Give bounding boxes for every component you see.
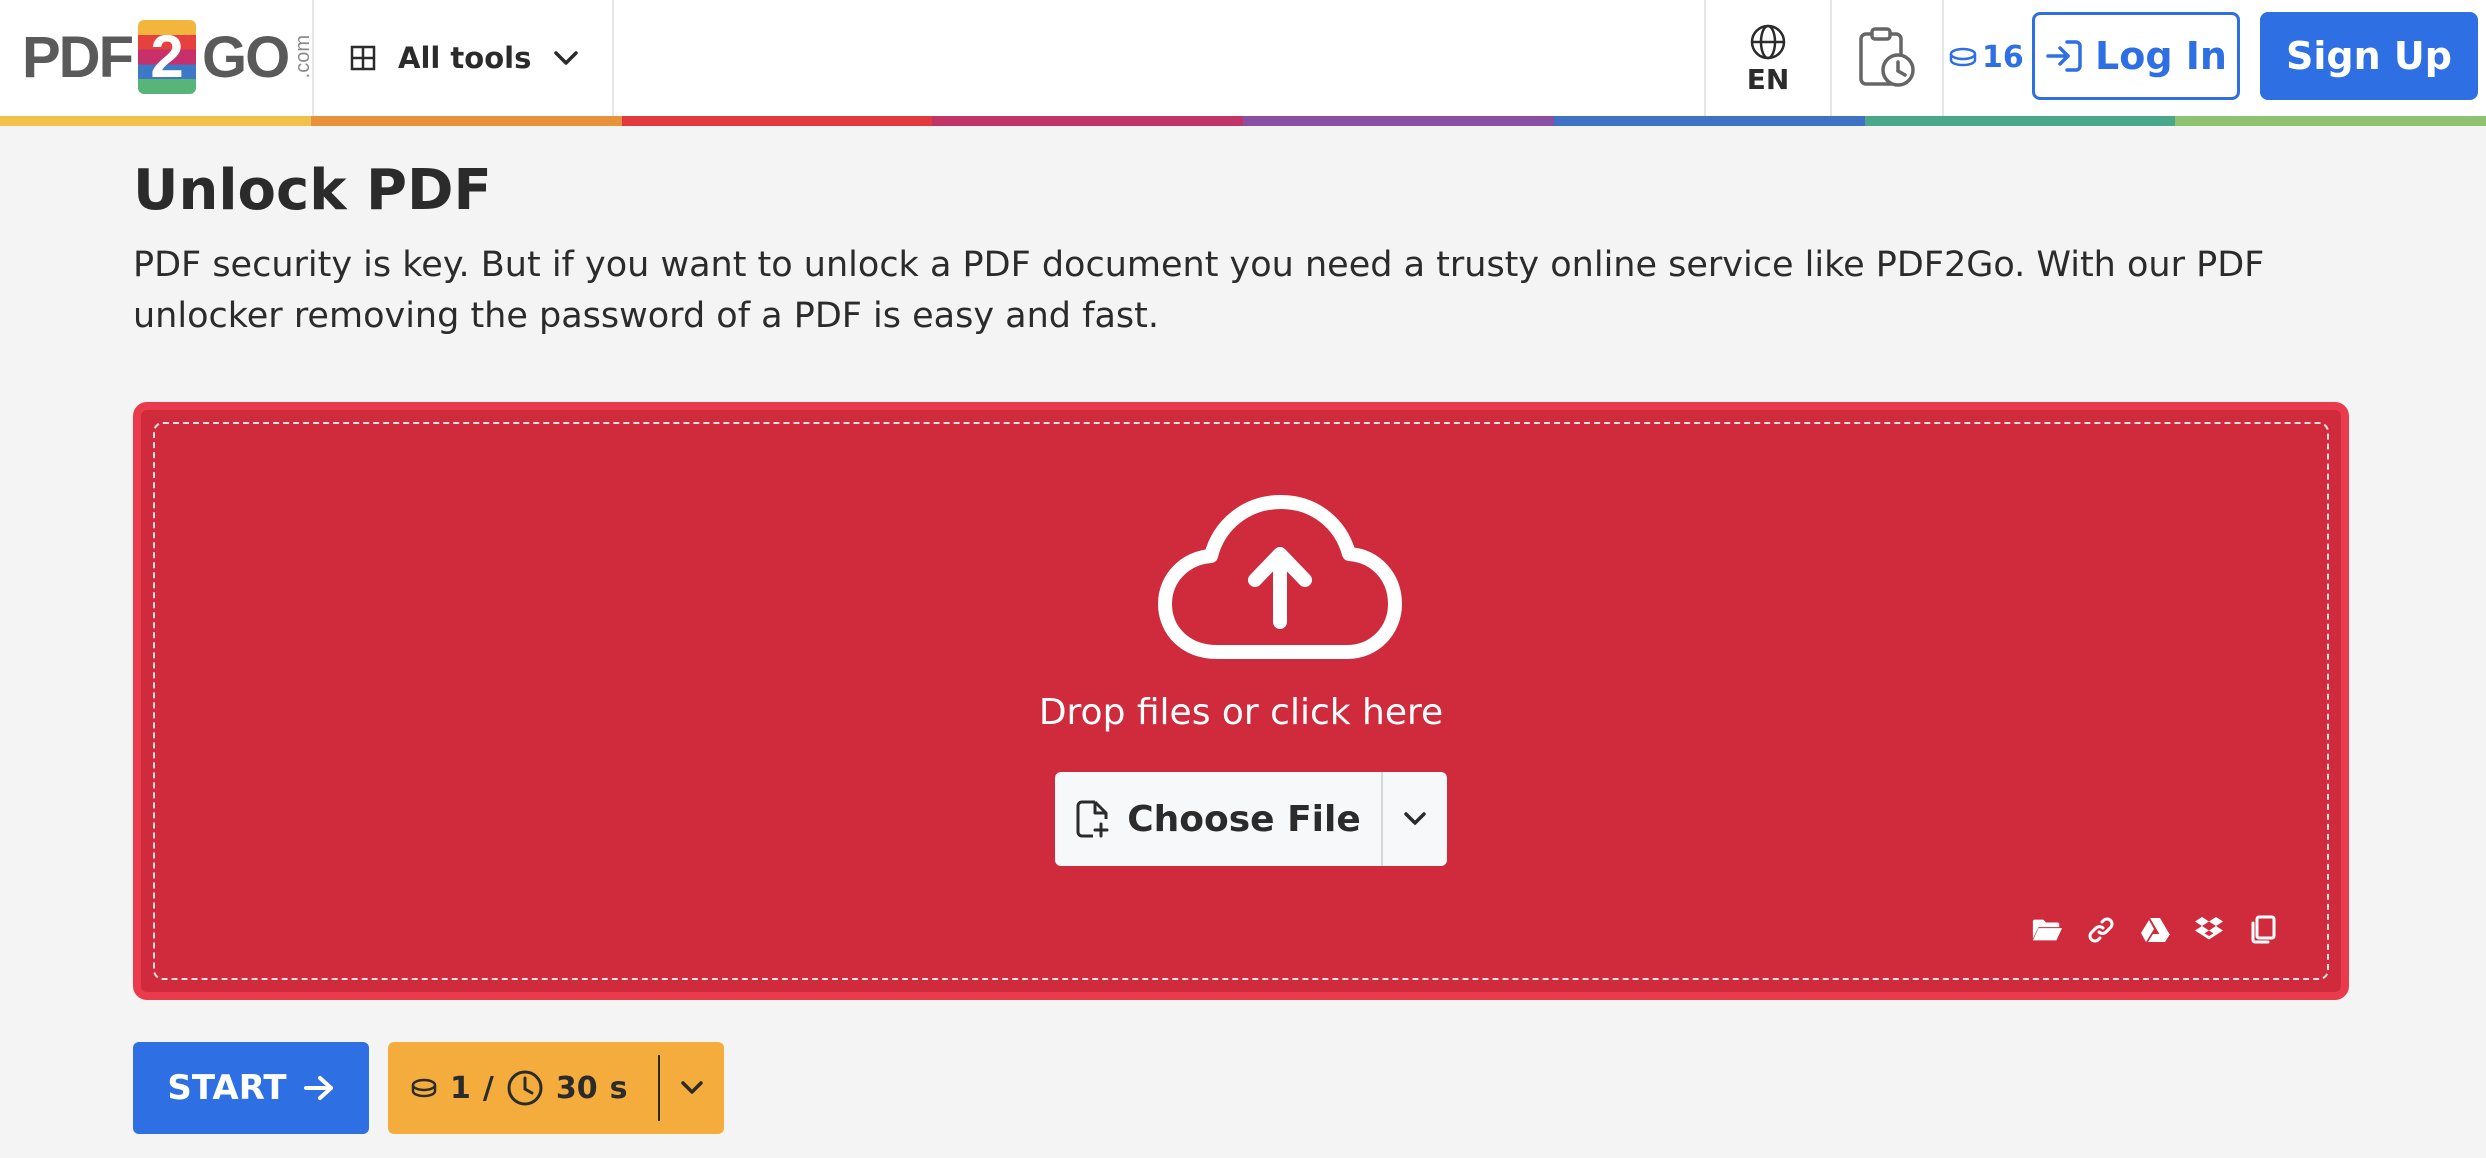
clipboard-icon[interactable] xyxy=(2247,914,2279,946)
google-drive-icon[interactable] xyxy=(2139,914,2171,946)
folder-icon[interactable] xyxy=(2031,914,2063,946)
cost-credits: 1 xyxy=(450,1070,471,1106)
arrow-right-icon xyxy=(303,1076,333,1100)
choose-file-button[interactable]: Choose File xyxy=(1055,772,1383,866)
all-tools-label: All tools xyxy=(398,41,532,75)
rainbow-segment xyxy=(1243,116,1554,126)
chevron-down-icon xyxy=(681,1081,703,1094)
language-code: EN xyxy=(1746,62,1790,96)
rainbow-stripe xyxy=(0,116,2486,126)
cost-info: 1 / 30 s xyxy=(388,1069,658,1107)
chevron-down-icon xyxy=(554,51,579,65)
file-plus-icon xyxy=(1076,800,1109,838)
dropzone-dashed-border: Drop files or click here Choose File xyxy=(153,422,2329,980)
cost-options-dropdown[interactable] xyxy=(660,1080,724,1096)
grid-icon xyxy=(350,45,376,71)
dropbox-icon[interactable] xyxy=(2193,914,2225,946)
conversion-cost: 1 / 30 s xyxy=(388,1042,724,1134)
globe-icon xyxy=(1750,24,1786,59)
file-dropzone[interactable]: Drop files or click here Choose File xyxy=(133,402,2349,1000)
rainbow-segment xyxy=(1864,116,2176,126)
credits-counter[interactable]: 16 xyxy=(1948,34,2024,80)
header-divider xyxy=(1942,0,1944,116)
site-logo[interactable]: PDF 2 GO .com xyxy=(22,18,315,96)
top-header: PDF 2 GO .com All tools EN 16 Log In Sig… xyxy=(0,0,2486,126)
page-description: PDF security is key. But if you want to … xyxy=(133,245,2265,336)
history-button[interactable] xyxy=(1854,22,1920,94)
rainbow-segment xyxy=(310,116,622,126)
upload-sources xyxy=(2031,914,2279,946)
choose-file-group: Choose File xyxy=(1055,772,1447,866)
signup-label: Sign Up xyxy=(2286,34,2452,78)
logo-text-go: GO xyxy=(202,24,290,90)
language-selector[interactable]: EN xyxy=(1708,14,1828,104)
choose-file-label: Choose File xyxy=(1127,798,1361,840)
login-label: Log In xyxy=(2095,34,2227,78)
clock-icon xyxy=(507,1070,543,1106)
choose-file-dropdown[interactable] xyxy=(1383,772,1447,866)
rainbow-segment xyxy=(621,116,933,126)
cost-divider: / xyxy=(482,1070,494,1106)
signup-button[interactable]: Sign Up xyxy=(2260,12,2478,100)
coins-icon xyxy=(1949,47,1977,67)
start-label: START xyxy=(167,1068,287,1108)
rainbow-segment xyxy=(932,116,1243,126)
header-divider xyxy=(1830,0,1832,116)
header-divider xyxy=(312,0,314,116)
link-icon[interactable] xyxy=(2085,914,2117,946)
rainbow-segment xyxy=(0,116,311,126)
header-divider xyxy=(612,0,614,116)
logo-text-two: 2 xyxy=(150,23,184,90)
cloud-upload-icon xyxy=(1158,495,1402,659)
credits-count: 16 xyxy=(1982,39,2024,75)
login-button[interactable]: Log In xyxy=(2032,12,2240,100)
rainbow-segment xyxy=(2175,116,2486,126)
rainbow-segment xyxy=(1553,116,1865,126)
cost-time: 30 xyxy=(555,1070,598,1106)
sign-in-icon xyxy=(2046,40,2082,72)
header-divider xyxy=(1704,0,1706,116)
start-button[interactable]: START xyxy=(133,1042,369,1134)
dropzone-text: Drop files or click here xyxy=(1038,692,1444,733)
logo-text-pdf: PDF xyxy=(22,24,134,90)
chevron-down-icon xyxy=(1404,812,1426,825)
cost-time-unit: s xyxy=(609,1070,628,1106)
all-tools-menu[interactable]: All tools xyxy=(350,30,579,86)
page-title: Unlock PDF xyxy=(133,158,492,223)
logo-badge: 2 xyxy=(138,20,196,94)
coins-icon xyxy=(411,1078,437,1098)
clipboard-clock-icon xyxy=(1859,27,1915,87)
